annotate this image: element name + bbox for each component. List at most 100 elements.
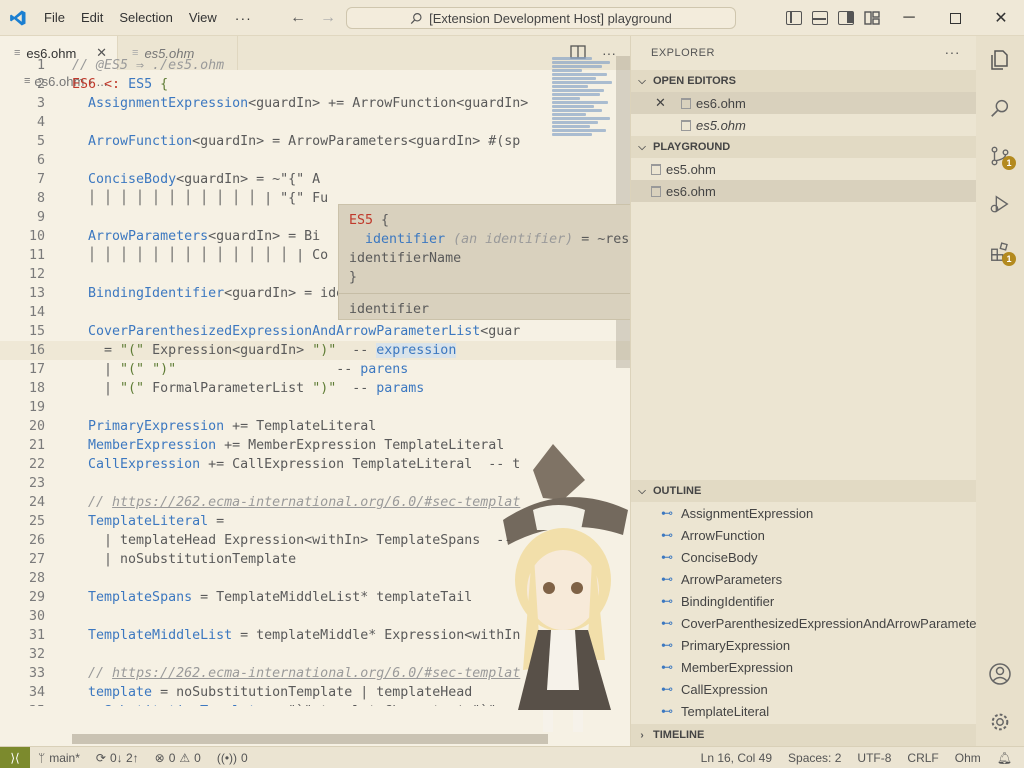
warnings-count: 0 — [194, 750, 201, 765]
cursor-position[interactable]: Ln 16, Col 49 — [693, 751, 780, 765]
code-text: | "(" ")" -- parens — [72, 362, 409, 377]
outline-item[interactable]: ⊷ AssignmentExpression — [631, 502, 977, 524]
outline-item[interactable]: ⊷ CallExpression — [631, 678, 977, 700]
symbol-rule-icon: ⊷ — [661, 528, 673, 542]
toggle-secondary-sidebar-icon[interactable] — [838, 11, 854, 25]
toggle-primary-sidebar-icon[interactable] — [786, 11, 802, 25]
code-text: TemplateLiteral = — [88, 514, 225, 529]
outline-item[interactable]: ⊷ PrimaryExpression — [631, 634, 977, 656]
back-arrow-icon[interactable]: ← — [290, 9, 306, 27]
search-icon[interactable] — [976, 84, 1024, 132]
open-editor-label: es6.ohm — [696, 95, 746, 111]
timeline-header[interactable]: › TIMELINE — [631, 724, 977, 746]
code-line[interactable]: 7 ConciseBody<guardIn> = ~"{" A — [0, 170, 630, 189]
menu-edit[interactable]: Edit — [73, 0, 111, 36]
file-label: es5.ohm — [666, 161, 716, 177]
code-line[interactable]: 18 | "(" FormalParameterList ")" -- para… — [0, 379, 630, 398]
indentation[interactable]: Spaces: 2 — [780, 751, 849, 765]
file-es5[interactable]: es5.ohm — [631, 158, 976, 180]
minimize-icon[interactable]: ─ — [886, 0, 932, 36]
sync-indicator[interactable]: ⟳ 0↓ 2↑ — [88, 751, 147, 765]
symbol-rule-icon: ⊷ — [661, 550, 673, 564]
menu-more-icon[interactable]: ··· — [225, 0, 262, 36]
code-line[interactable]: 20 PrimaryExpression += TemplateLiteral — [0, 417, 630, 436]
code-text: ArrowFunction<guardIn> = ArrowParameters… — [88, 134, 521, 149]
outline-item[interactable]: ⊷ MemberExpression — [631, 656, 977, 678]
command-center-search[interactable]: [Extension Development Host] playground — [346, 7, 736, 29]
code-line[interactable]: 5 ArrowFunction<guardIn> = ArrowParamete… — [0, 132, 630, 151]
broadcast-icon: ((•)) — [216, 750, 238, 765]
sync-label: 0↓ 2↑ — [109, 750, 139, 765]
outline-label: OUTLINE — [653, 485, 702, 497]
outline-item-label: PrimaryExpression — [681, 637, 791, 653]
extensions-icon[interactable]: 1 — [976, 228, 1024, 276]
code-line[interactable]: 19 — [0, 398, 630, 417]
outline-item[interactable]: ⊷ ConciseBody — [631, 546, 977, 568]
more-actions-icon[interactable]: ··· — [945, 44, 961, 60]
code-line[interactable]: 2 ES6 <: ES5 { — [0, 75, 630, 94]
file-es6[interactable]: es6.ohm — [631, 180, 976, 202]
problems-indicator[interactable]: ⊗ 0 ⚠ 0 — [147, 751, 209, 765]
menu-view[interactable]: View — [181, 0, 225, 36]
open-editor-es6[interactable]: ✕ es6.ohm — [631, 92, 976, 114]
code-text: // https://262.ecma-international.org/6.… — [88, 495, 521, 510]
outline-item[interactable]: ⊷ ArrowParameters — [631, 568, 977, 590]
line-number: 31 — [28, 628, 45, 643]
language-mode[interactable]: Ohm — [947, 751, 989, 765]
timeline-label: TIMELINE — [653, 729, 705, 741]
title-bar: File Edit Selection View ··· ← → [Extens… — [0, 0, 1024, 36]
forward-arrow-icon[interactable]: → — [320, 9, 336, 27]
code-line[interactable]: 16 = "(" Expression<guardIn> ")" -- expr… — [0, 341, 630, 360]
code-line[interactable]: 17 | "(" ")" -- parens — [0, 360, 630, 379]
notifications-bell-icon[interactable]: 🔔︎ — [989, 751, 1024, 765]
playground-folder-header[interactable]: ⌵ PLAYGROUND — [631, 136, 976, 158]
code-line[interactable]: 4 — [0, 113, 630, 132]
source-control-icon[interactable]: 1 — [976, 132, 1024, 180]
code-line[interactable]: 3 AssignmentExpression<guardIn> += Arrow… — [0, 94, 630, 113]
outline-item-label: MemberExpression — [681, 659, 793, 675]
source-control-badge: 1 — [1002, 156, 1016, 170]
end-of-line[interactable]: CRLF — [899, 751, 946, 765]
outline-item[interactable]: ⊷ ArrowFunction — [631, 524, 977, 546]
code-line[interactable]: 6 — [0, 151, 630, 170]
horizontal-scrollbar[interactable] — [72, 734, 548, 744]
outline-item-label: BindingIdentifier — [681, 593, 775, 609]
explorer-icon[interactable] — [976, 36, 1024, 84]
minimap[interactable] — [552, 56, 616, 141]
maximize-icon[interactable] — [932, 0, 978, 36]
accounts-icon[interactable] — [976, 650, 1024, 698]
outline-header[interactable]: ⌵ OUTLINE — [631, 480, 977, 502]
outline-item[interactable]: ⊷ CoverParenthesizedExpressionAndArrowPar… — [631, 612, 977, 634]
file-icon — [651, 163, 661, 175]
close-window-icon[interactable]: ✕ — [978, 0, 1024, 36]
line-number: 26 — [28, 533, 45, 548]
toggle-panel-icon[interactable] — [812, 11, 828, 25]
line-number: 30 — [28, 609, 45, 624]
outline-item[interactable]: ⊷ TemplateLiteral — [631, 700, 977, 722]
menu-file[interactable]: File — [36, 0, 73, 36]
outline-item[interactable]: ⊷ BindingIdentifier — [631, 590, 977, 612]
branch-indicator[interactable]: ᛘ main* — [30, 751, 88, 765]
menu-selection[interactable]: Selection — [111, 0, 180, 36]
customize-layout-icon[interactable] — [864, 11, 880, 25]
search-icon — [410, 12, 422, 24]
line-number: 35 — [0, 702, 45, 706]
run-debug-icon[interactable] — [976, 180, 1024, 228]
encoding[interactable]: UTF-8 — [849, 751, 899, 765]
file-icon — [681, 119, 691, 131]
close-icon[interactable]: ✕ — [655, 95, 681, 111]
open-editor-es5[interactable]: es5.ohm — [631, 114, 976, 136]
code-text: ArrowParameters<guardIn> = Bi — [88, 229, 321, 244]
ports-indicator[interactable]: ((•)) 0 — [209, 751, 256, 765]
settings-gear-icon[interactable] — [976, 698, 1024, 746]
remote-indicator-icon[interactable]: ⟩⟨ — [0, 746, 30, 768]
code-line[interactable]: 1 // @ES5 ⇒ ./es5.ohm — [0, 56, 630, 75]
open-editors-header[interactable]: ⌵ OPEN EDITORS — [631, 70, 976, 92]
code-text: // https://262.ecma-international.org/6.… — [88, 666, 521, 681]
code-line[interactable]: 15 CoverParenthesizedExpressionAndArrowP… — [0, 322, 630, 341]
